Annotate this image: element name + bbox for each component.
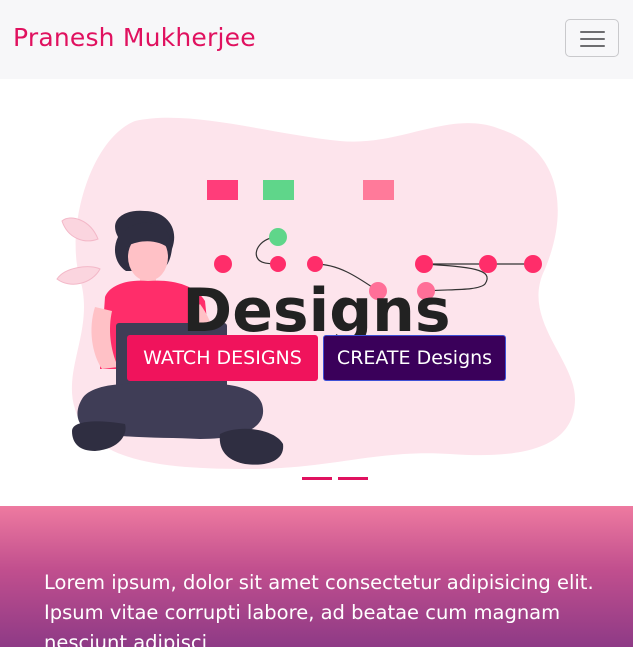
hamburger-menu-icon xyxy=(580,38,605,40)
green-square xyxy=(263,180,294,200)
intro-section: Lorem ipsum, dolor sit amet consectetur … xyxy=(0,506,633,647)
carousel-indicator-2[interactable] xyxy=(338,477,368,480)
light-pink-square xyxy=(363,180,394,200)
brand-link[interactable]: Pranesh Mukherjee xyxy=(13,20,256,56)
hamburger-menu-icon xyxy=(580,31,605,33)
pink-square xyxy=(207,180,238,200)
hero-carousel: Designs WATCH DESIGNS CREATE Designs xyxy=(0,79,633,506)
hamburger-menu-icon xyxy=(580,45,605,47)
navbar-toggler-button[interactable] xyxy=(565,19,619,57)
hero-illustration xyxy=(56,117,575,469)
carousel-indicator-1[interactable] xyxy=(302,477,332,480)
intro-text: Lorem ipsum, dolor sit amet consectetur … xyxy=(44,571,594,647)
watch-designs-button[interactable]: WATCH DESIGNS xyxy=(127,335,318,381)
create-designs-button[interactable]: CREATE Designs xyxy=(323,335,506,381)
navbar: Pranesh Mukherjee xyxy=(0,0,633,79)
